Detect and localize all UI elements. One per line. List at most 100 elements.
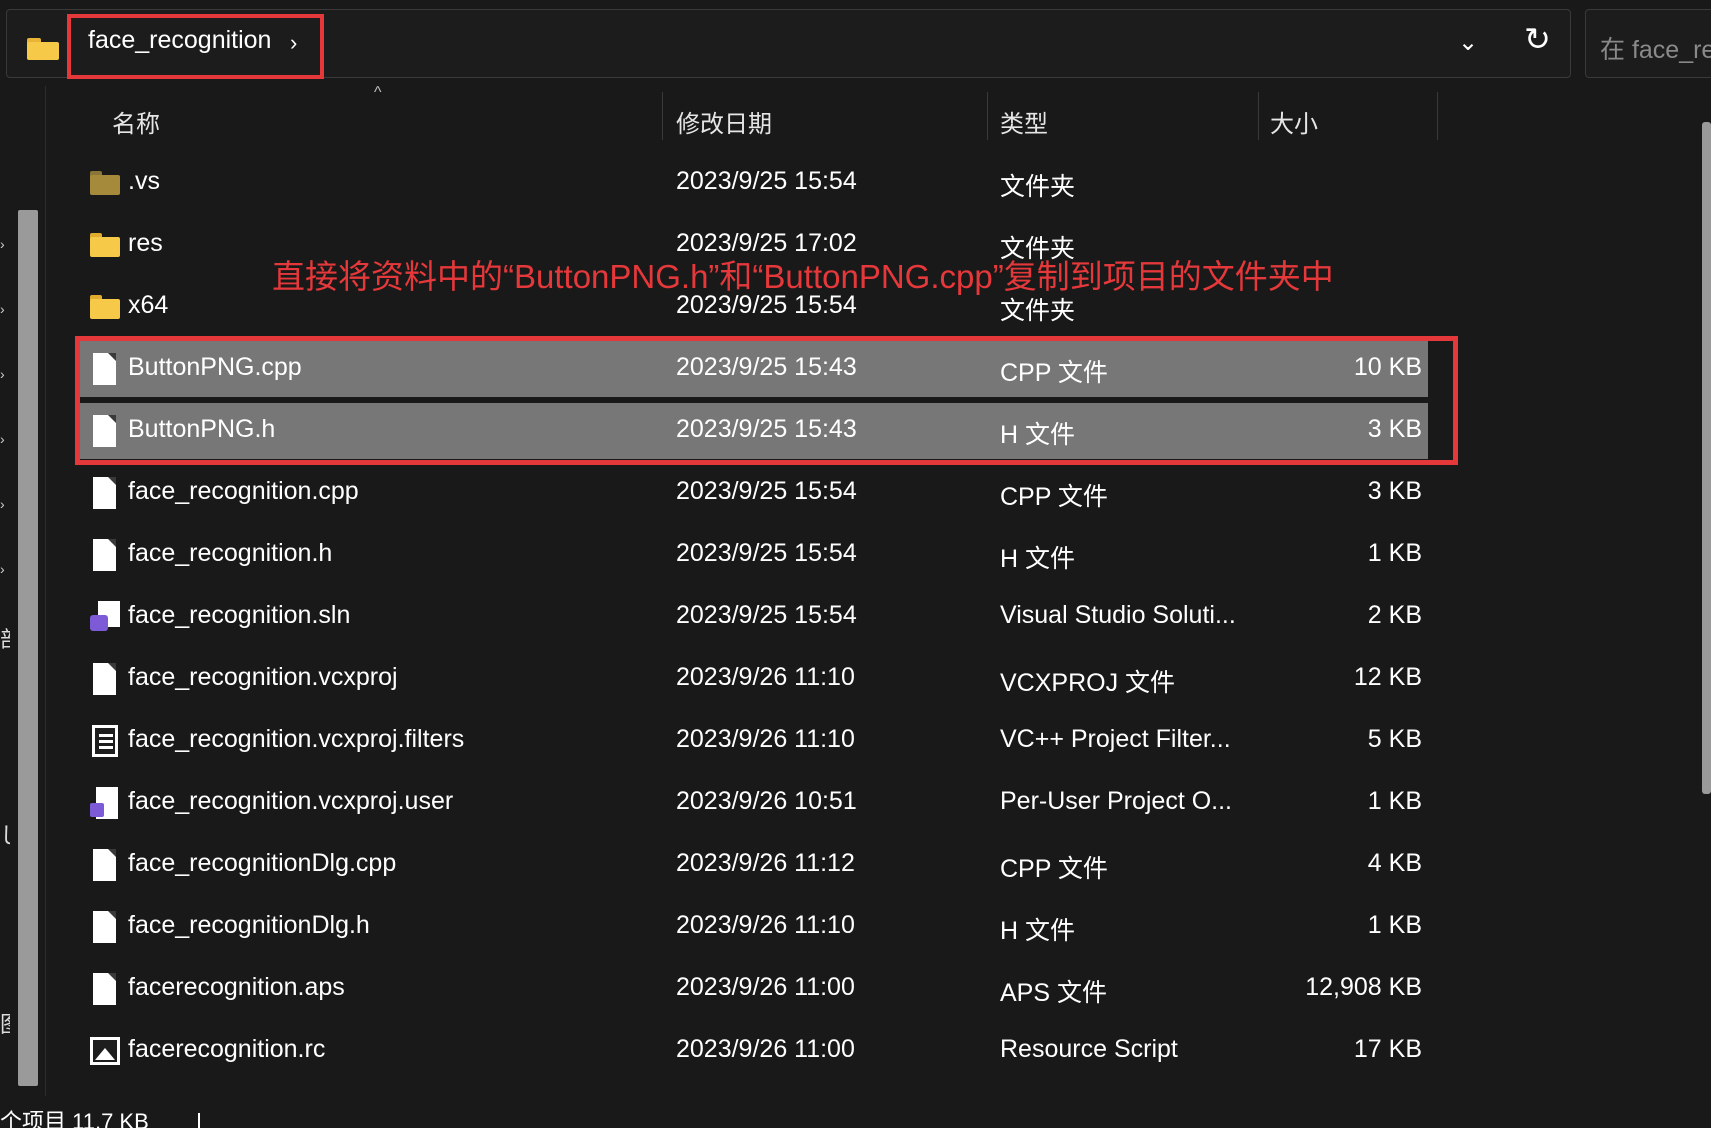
file-icon: [90, 539, 120, 573]
folder-dark-icon: [90, 167, 120, 201]
file-type: VCXPROJ 文件: [1000, 669, 1176, 697]
file-name: .vs: [128, 167, 160, 195]
file-size: 3 KB: [1367, 477, 1422, 505]
file-type: Resource Script: [1000, 1035, 1178, 1063]
file-type: VC++ Project Filter...: [1000, 725, 1231, 753]
list-item[interactable]: face_recognition.sln 2023/9/25 15:54 Vis…: [80, 589, 1428, 645]
status-bar: [0, 1110, 1711, 1128]
nav-item-label[interactable]: 部: [0, 622, 10, 654]
column-header-type[interactable]: 类型: [1000, 104, 1048, 139]
list-item[interactable]: facerecognition.rc 2023/9/26 11:00 Resou…: [80, 1023, 1428, 1079]
file-name: face_recognitionDlg.h: [128, 911, 370, 939]
list-item[interactable]: .vs 2023/9/25 15:54 文件夹: [80, 155, 1428, 211]
file-name: face_recognition.sln: [128, 601, 351, 629]
nav-scrollbar[interactable]: [18, 210, 38, 1086]
file-type: Visual Studio Soluti...: [1000, 601, 1236, 629]
file-modified: 2023/9/25 15:54: [676, 477, 857, 505]
project-filters-icon: [90, 725, 120, 759]
file-icon: [90, 663, 120, 697]
resource-script-icon: [90, 1035, 120, 1069]
file-name: face_recognition.vcxproj: [128, 663, 398, 691]
toolbar: face_recognition › ⌄ ↻ 在 face_re: [0, 0, 1711, 86]
nav-expand-icon[interactable]: ›: [0, 301, 5, 317]
file-type: CPP 文件: [1000, 483, 1108, 511]
status-text: 个项目 11.7 KB: [0, 1109, 149, 1128]
file-size: 5 KB: [1367, 725, 1422, 753]
file-icon: [90, 477, 120, 511]
file-icon: [90, 911, 120, 945]
list-item[interactable]: facerecognition.aps 2023/9/26 11:00 APS …: [80, 961, 1428, 1017]
status-divider: [198, 1113, 200, 1128]
file-name: facerecognition.rc: [128, 1035, 326, 1063]
nav-expand-icon[interactable]: ›: [0, 561, 5, 577]
column-divider[interactable]: [662, 92, 663, 140]
column-divider[interactable]: [1437, 92, 1438, 140]
nav-expand-icon[interactable]: ›: [0, 496, 5, 512]
file-type: H 文件: [1000, 545, 1076, 573]
file-name: face_recognition.h: [128, 539, 333, 567]
folder-icon: [27, 38, 59, 60]
history-dropdown-icon[interactable]: ⌄: [1458, 28, 1478, 57]
file-name: face_recognitionDlg.cpp: [128, 849, 397, 877]
file-name: face_recognition.vcxproj.filters: [128, 725, 465, 753]
file-icon: [90, 973, 120, 1007]
list-item[interactable]: face_recognitionDlg.cpp 2023/9/26 11:12 …: [80, 837, 1428, 893]
visual-studio-solution-icon: [90, 601, 120, 635]
file-modified: 2023/9/26 11:10: [676, 911, 855, 939]
file-size: 1 KB: [1367, 787, 1422, 815]
selection-highlight-box: [75, 336, 1458, 465]
file-size: 4 KB: [1367, 849, 1422, 877]
vertical-scrollbar[interactable]: [1702, 122, 1711, 794]
file-name: x64: [128, 291, 169, 319]
sort-ascending-icon: ^: [374, 84, 382, 101]
file-type: Per-User Project O...: [1000, 787, 1232, 815]
file-size: 12,908 KB: [1305, 973, 1422, 1001]
file-modified: 2023/9/26 10:51: [676, 787, 857, 815]
file-modified: 2023/9/25 15:54: [676, 601, 857, 629]
column-header-size[interactable]: 大小: [1270, 104, 1318, 139]
file-icon: [90, 849, 120, 883]
file-size: 2 KB: [1367, 601, 1422, 629]
list-item[interactable]: face_recognitionDlg.h 2023/9/26 11:10 H …: [80, 899, 1428, 955]
file-size: 17 KB: [1353, 1035, 1422, 1063]
file-modified: 2023/9/26 11:10: [676, 663, 855, 691]
list-item[interactable]: face_recognition.vcxproj.user 2023/9/26 …: [80, 775, 1428, 831]
list-item[interactable]: face_recognition.vcxproj.filters 2023/9/…: [80, 713, 1428, 769]
nav-expand-icon[interactable]: ›: [0, 366, 5, 382]
refresh-icon[interactable]: ↻: [1524, 23, 1551, 55]
file-name: facerecognition.aps: [128, 973, 345, 1001]
file-size: 12 KB: [1353, 663, 1422, 691]
list-item[interactable]: face_recognition.cpp 2023/9/25 15:54 CPP…: [80, 465, 1428, 521]
column-divider[interactable]: [1258, 92, 1259, 140]
list-item[interactable]: face_recognition.h 2023/9/25 15:54 H 文件 …: [80, 527, 1428, 583]
list-item[interactable]: face_recognition.vcxproj 2023/9/26 11:10…: [80, 651, 1428, 707]
breadcrumb-folder[interactable]: face_recognition: [88, 26, 271, 55]
file-type: CPP 文件: [1000, 855, 1108, 883]
nav-expand-icon[interactable]: ›: [0, 236, 5, 252]
nav-item-label[interactable]: 图: [0, 1007, 10, 1039]
file-type: APS 文件: [1000, 979, 1107, 1007]
column-divider[interactable]: [987, 92, 988, 140]
column-header-name[interactable]: 名称: [112, 104, 160, 139]
navigation-pane[interactable]: [0, 86, 46, 1096]
file-size: 1 KB: [1367, 539, 1422, 567]
instruction-annotation: 直接将资料中的“ButtonPNG.h”和“ButtonPNG.cpp”复制到项…: [272, 258, 1334, 295]
folder-icon: [90, 291, 120, 325]
user-project-icon: [90, 787, 120, 821]
breadcrumb-chevron-icon[interactable]: ›: [290, 30, 297, 56]
file-modified: 2023/9/25 15:54: [676, 539, 857, 567]
nav-expand-icon[interactable]: ›: [0, 431, 5, 447]
file-modified: 2023/9/26 11:00: [676, 973, 855, 1001]
search-placeholder: 在 face_re: [1600, 36, 1711, 64]
file-name: face_recognition.vcxproj.user: [128, 787, 454, 815]
file-modified: 2023/9/26 11:10: [676, 725, 855, 753]
folder-icon: [90, 229, 120, 263]
file-name: res: [128, 229, 163, 257]
nav-item-label[interactable]: し: [0, 818, 10, 850]
file-name: face_recognition.cpp: [128, 477, 359, 505]
column-header-modified[interactable]: 修改日期: [676, 104, 772, 139]
file-size: 1 KB: [1367, 911, 1422, 939]
file-modified: 2023/9/26 11:12: [676, 849, 855, 877]
search-box[interactable]: 在 face_re: [1585, 9, 1711, 78]
file-explorer-window: face_recognition › ⌄ ↻ 在 face_re › › › ›…: [0, 0, 1711, 1128]
